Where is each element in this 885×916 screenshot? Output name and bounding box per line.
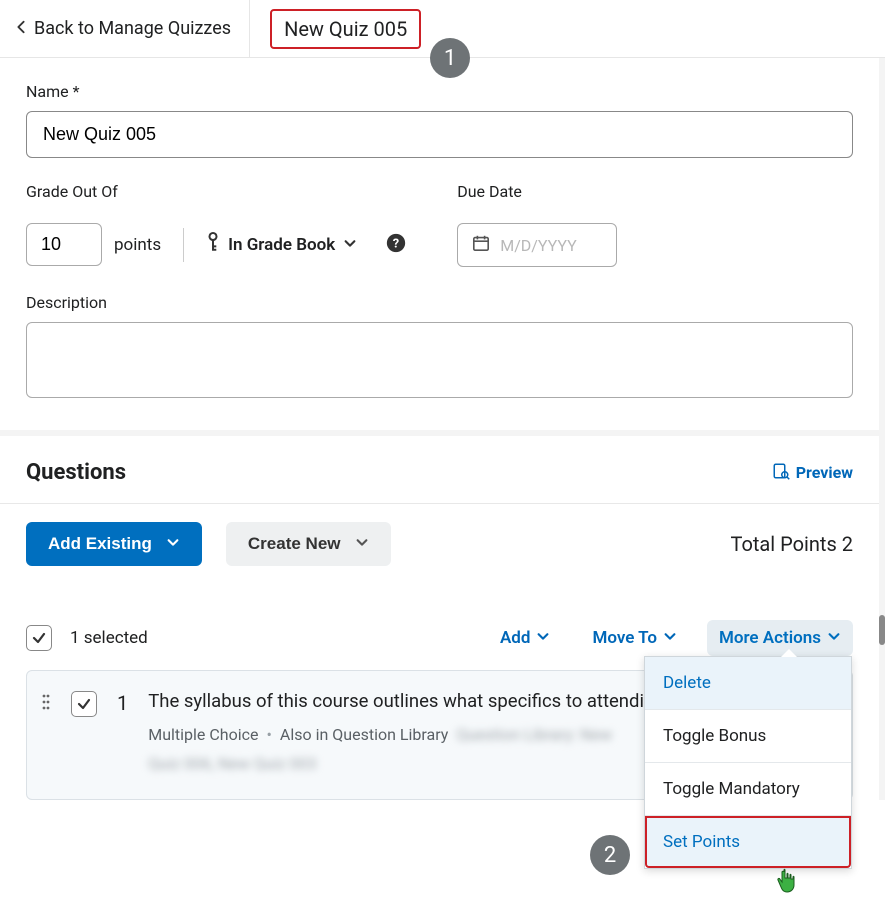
add-existing-label: Add Existing [48, 534, 152, 554]
description-label: Description [26, 293, 853, 312]
description-textarea[interactable] [26, 322, 853, 398]
due-date-placeholder: M/D/YYYY [500, 236, 577, 255]
description-area: Description [26, 293, 853, 402]
name-input[interactable] [26, 111, 853, 158]
due-date-label: Due Date [457, 182, 617, 201]
menu-item-set-points[interactable]: Set Points [645, 816, 851, 868]
total-points: Total Points 2 [731, 532, 854, 556]
chevron-down-icon [355, 534, 369, 554]
chevron-left-icon [14, 18, 28, 39]
menu-item-toggle-bonus[interactable]: Toggle Bonus [645, 710, 851, 763]
questions-heading: Questions [26, 460, 126, 485]
add-existing-button[interactable]: Add Existing [26, 522, 202, 566]
chevron-down-icon [663, 628, 677, 648]
question-checkbox[interactable] [71, 691, 97, 717]
page-title: New Quiz 005 [270, 9, 421, 49]
question-type: Multiple Choice [148, 725, 258, 744]
grade-column: Grade Out Of points In Grade Book [26, 182, 407, 267]
move-to-label: Move To [592, 628, 657, 648]
name-label: Name [26, 82, 853, 101]
menu-item-delete[interactable]: Delete [645, 657, 851, 710]
preview-link[interactable]: Preview [772, 462, 853, 484]
move-to-dropdown[interactable]: Move To [580, 620, 689, 656]
chevron-down-icon [536, 628, 550, 648]
calendar-icon [472, 234, 490, 256]
chevron-down-icon [827, 628, 841, 648]
questions-header: Questions Preview [0, 430, 879, 504]
add-dropdown[interactable]: Add [488, 620, 563, 656]
due-date-input[interactable]: M/D/YYYY [457, 223, 617, 267]
drag-handle-icon[interactable] [41, 689, 51, 773]
add-label: Add [500, 628, 531, 648]
help-icon[interactable]: ? [385, 232, 407, 258]
button-group: Add Existing Create New [26, 522, 391, 566]
vertical-separator [183, 228, 184, 262]
due-date-column: Due Date M/D/YYYY [457, 182, 617, 267]
menu-item-toggle-mandatory[interactable]: Toggle Mandatory [645, 763, 851, 816]
selection-left: 1 selected [26, 625, 148, 651]
create-new-button[interactable]: Create New [226, 522, 391, 566]
more-actions-menu: Delete Toggle Bonus Toggle Mandatory Set… [644, 656, 852, 869]
in-gradebook-dropdown[interactable]: In Grade Book [206, 231, 357, 258]
grade-inputs: points In Grade Book ? [26, 223, 407, 266]
dropdown-arrow-icon [781, 649, 797, 657]
preview-icon [772, 462, 790, 484]
question-number: 1 [117, 689, 128, 773]
select-all-checkbox[interactable] [26, 625, 52, 651]
preview-label: Preview [796, 463, 853, 482]
chevron-down-icon [343, 235, 357, 255]
more-actions-dropdown[interactable]: More Actions [707, 620, 853, 656]
chevron-down-icon [166, 534, 180, 554]
annotation-badge-1: 1 [430, 38, 470, 78]
points-word: points [114, 235, 161, 255]
question-also-in: Also in Question Library [280, 725, 448, 744]
redacted-text: Quiz 006, New Quiz 003 [148, 754, 316, 773]
scrollbar[interactable] [879, 615, 885, 645]
meta-separator: • [266, 725, 271, 744]
question-actions-row: Add Existing Create New Total Points 2 [0, 504, 879, 610]
grade-out-of-input[interactable] [26, 223, 102, 266]
selection-right: Add Move To More Actions [488, 620, 853, 656]
create-new-label: Create New [248, 534, 341, 554]
back-to-manage-link[interactable]: Back to Manage Quizzes [0, 0, 250, 57]
page-title-wrap: New Quiz 005 [250, 9, 441, 49]
selected-count: 1 selected [70, 628, 148, 648]
cursor-hand-icon [776, 868, 798, 898]
svg-text:?: ? [393, 236, 399, 251]
more-actions-label: More Actions [719, 628, 821, 648]
annotation-badge-2: 2 [590, 835, 630, 875]
grade-label: Grade Out Of [26, 182, 407, 201]
redacted-text: Question Library: New [456, 725, 612, 744]
gradebook-label: In Grade Book [228, 235, 335, 255]
grade-due-row: Grade Out Of points In Grade Book [26, 182, 853, 267]
form-area: Name Grade Out Of points In Grade Book [0, 58, 879, 430]
key-icon [206, 231, 220, 258]
back-label: Back to Manage Quizzes [34, 18, 231, 39]
